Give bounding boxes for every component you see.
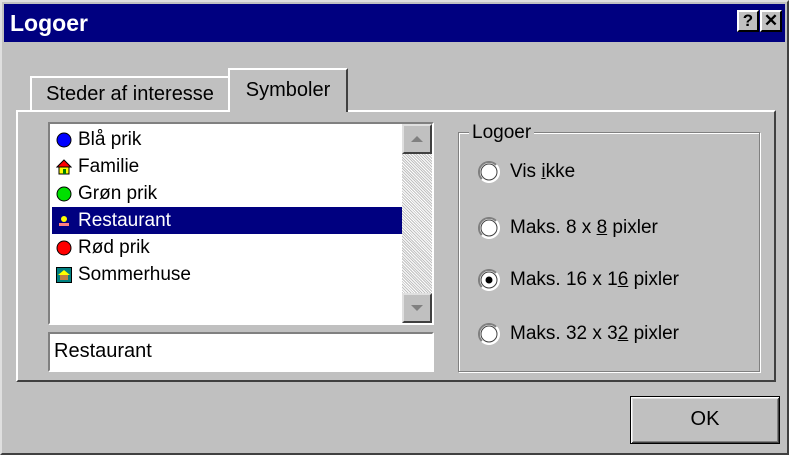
ok-button[interactable]: OK bbox=[630, 396, 780, 444]
list-item-restaurant[interactable]: Restaurant bbox=[52, 207, 402, 234]
close-button[interactable]: ✕ bbox=[760, 10, 782, 32]
list-item-label: Familie bbox=[78, 156, 140, 177]
radio-button[interactable] bbox=[478, 161, 500, 183]
list-item-familie[interactable]: Familie bbox=[52, 153, 402, 180]
tab-symboler[interactable]: Symboler bbox=[228, 68, 348, 112]
symbol-list: Blå prik Familie Grøn prik Restaurant Rø… bbox=[50, 124, 402, 323]
list-item-label: Sommerhuse bbox=[78, 264, 191, 285]
radio-label: Vis ikke bbox=[510, 161, 576, 182]
radio-button-checked[interactable] bbox=[478, 269, 500, 291]
scroll-down-button[interactable] bbox=[402, 293, 432, 323]
list-item-label: Rød prik bbox=[78, 237, 150, 258]
house-icon bbox=[56, 159, 72, 175]
list-item-label: Restaurant bbox=[78, 210, 171, 231]
list-item-gron-prik[interactable]: Grøn prik bbox=[52, 180, 402, 207]
radio-button[interactable] bbox=[478, 323, 500, 345]
title-bar[interactable]: Logoer ? ✕ bbox=[4, 4, 785, 42]
cabin-icon bbox=[56, 267, 72, 283]
symbol-listbox[interactable]: Blå prik Familie Grøn prik Restaurant Rø… bbox=[48, 122, 434, 325]
radio-button[interactable] bbox=[478, 217, 500, 239]
close-icon: ✕ bbox=[763, 11, 779, 30]
list-scrollbar[interactable] bbox=[402, 124, 432, 323]
tab-steder-af-interesse[interactable]: Steder af interesse bbox=[30, 76, 230, 112]
scroll-up-button[interactable] bbox=[402, 124, 432, 154]
list-item-label: Grøn prik bbox=[78, 183, 158, 204]
radio-label: Maks. 8 x 8 pixler bbox=[510, 217, 658, 238]
arrow-up-icon bbox=[411, 136, 423, 142]
group-title: Logoer bbox=[469, 122, 535, 144]
help-button[interactable]: ? bbox=[737, 10, 759, 32]
logoer-dialog: Logoer ? ✕ Steder af interesse Symboler … bbox=[0, 0, 789, 455]
arrow-down-icon bbox=[411, 305, 423, 311]
radio-label: Maks. 32 x 32 pixler bbox=[510, 323, 679, 344]
window-title: Logoer bbox=[10, 10, 88, 36]
list-item-label: Blå prik bbox=[78, 129, 142, 150]
red-dot-icon bbox=[56, 240, 72, 256]
radio-label: Maks. 16 x 16 pixler bbox=[510, 269, 679, 290]
blue-dot-icon bbox=[56, 132, 72, 148]
list-item-sommerhuse[interactable]: Sommerhuse bbox=[52, 261, 402, 288]
restaurant-icon bbox=[57, 214, 71, 228]
selected-symbol-field[interactable]: Restaurant bbox=[48, 332, 434, 372]
list-item-bla-prik[interactable]: Blå prik bbox=[52, 126, 402, 153]
list-item-rod-prik[interactable]: Rød prik bbox=[52, 234, 402, 261]
green-dot-icon bbox=[56, 186, 72, 202]
